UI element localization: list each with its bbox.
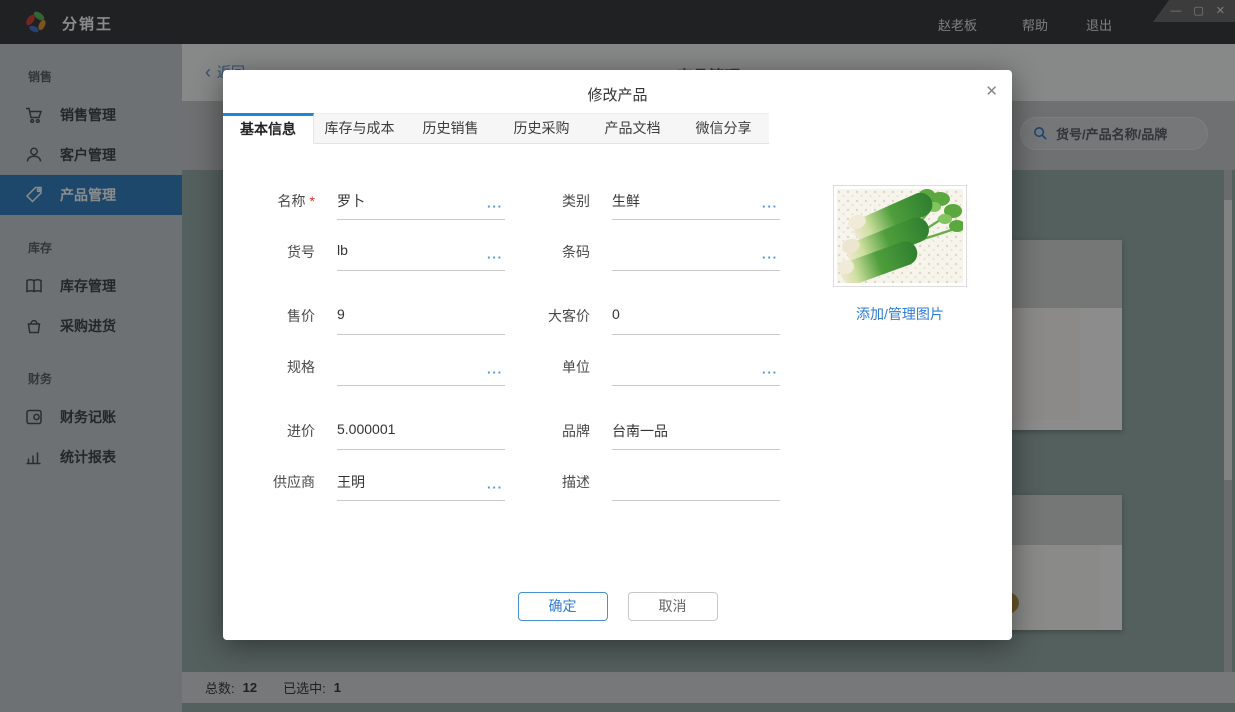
supplier-field[interactable]: 王明 ··· xyxy=(337,472,505,501)
supplier-more-button[interactable]: ··· xyxy=(487,480,503,495)
barcode-label: 条码 xyxy=(562,244,590,260)
unit-field[interactable]: ··· xyxy=(612,357,780,386)
price-field[interactable]: 9 xyxy=(337,306,505,335)
description-label: 描述 xyxy=(562,474,590,490)
category-more-button[interactable]: ··· xyxy=(762,199,778,214)
product-image-radish xyxy=(837,189,963,283)
tab-product-docs[interactable]: 产品文档 xyxy=(587,113,678,144)
spec-label: 规格 xyxy=(287,359,315,375)
vip-price-field[interactable]: 0 xyxy=(612,306,780,335)
sku-field[interactable]: lb ··· xyxy=(337,242,505,271)
price-label: 售价 xyxy=(287,308,315,324)
modal-tabs: 基本信息 库存与成本 历史销售 历史采购 产品文档 微信分享 xyxy=(223,113,769,144)
barcode-more-button[interactable]: ··· xyxy=(762,250,778,265)
tab-basic-info[interactable]: 基本信息 xyxy=(223,113,314,144)
brand-label: 品牌 xyxy=(562,423,590,439)
cost-label: 进价 xyxy=(287,423,315,439)
confirm-button[interactable]: 确定 xyxy=(517,592,608,621)
sku-label: 货号 xyxy=(287,244,315,260)
name-more-button[interactable]: ··· xyxy=(487,199,503,214)
cancel-button[interactable]: 取消 xyxy=(627,592,718,621)
spec-field[interactable]: ··· xyxy=(337,357,505,386)
tab-purchase-history[interactable]: 历史采购 xyxy=(496,113,587,144)
unit-label: 单位 xyxy=(562,359,590,375)
description-field[interactable] xyxy=(612,472,780,501)
product-form: 名称 * 罗卜 ··· 类别 生鲜 ··· 货号 lb ··· 条码 ··· 售价 9 … xyxy=(223,191,783,523)
app-window: 分销王 赵老板 帮助 退出 — ▢ ✕ 销售 销售管理 客户管理 产品管理 库存… xyxy=(0,0,1235,712)
category-label: 类别 xyxy=(562,193,590,209)
name-label: 名称 * xyxy=(277,193,315,209)
modal-title: 修改产品 xyxy=(587,87,648,104)
modal-actions: 确定 取消 xyxy=(223,592,1012,621)
cost-field[interactable]: 5.000001 xyxy=(337,421,505,450)
manage-images-link[interactable]: 添加/管理图片 xyxy=(793,304,1007,324)
close-icon[interactable]: ✕ xyxy=(985,82,998,100)
name-field[interactable]: 罗卜 ··· xyxy=(337,191,505,220)
sku-more-button[interactable]: ··· xyxy=(487,250,503,265)
tab-sales-history[interactable]: 历史销售 xyxy=(405,113,496,144)
edit-product-modal: 修改产品 ✕ 基本信息 库存与成本 历史销售 历史采购 产品文档 微信分享 名称… xyxy=(223,70,1012,640)
unit-more-button[interactable]: ··· xyxy=(762,365,778,380)
brand-field[interactable]: 台南一品 xyxy=(612,421,780,450)
tab-stock-cost[interactable]: 库存与成本 xyxy=(314,113,405,144)
tab-wechat-share[interactable]: 微信分享 xyxy=(678,113,769,144)
vip-price-label: 大客价 xyxy=(548,308,590,324)
required-asterisk: * xyxy=(309,193,315,209)
spec-more-button[interactable]: ··· xyxy=(487,365,503,380)
category-field[interactable]: 生鲜 ··· xyxy=(612,191,780,220)
product-image-box[interactable] xyxy=(833,185,967,287)
barcode-field[interactable]: ··· xyxy=(612,242,780,271)
supplier-label: 供应商 xyxy=(273,474,315,490)
